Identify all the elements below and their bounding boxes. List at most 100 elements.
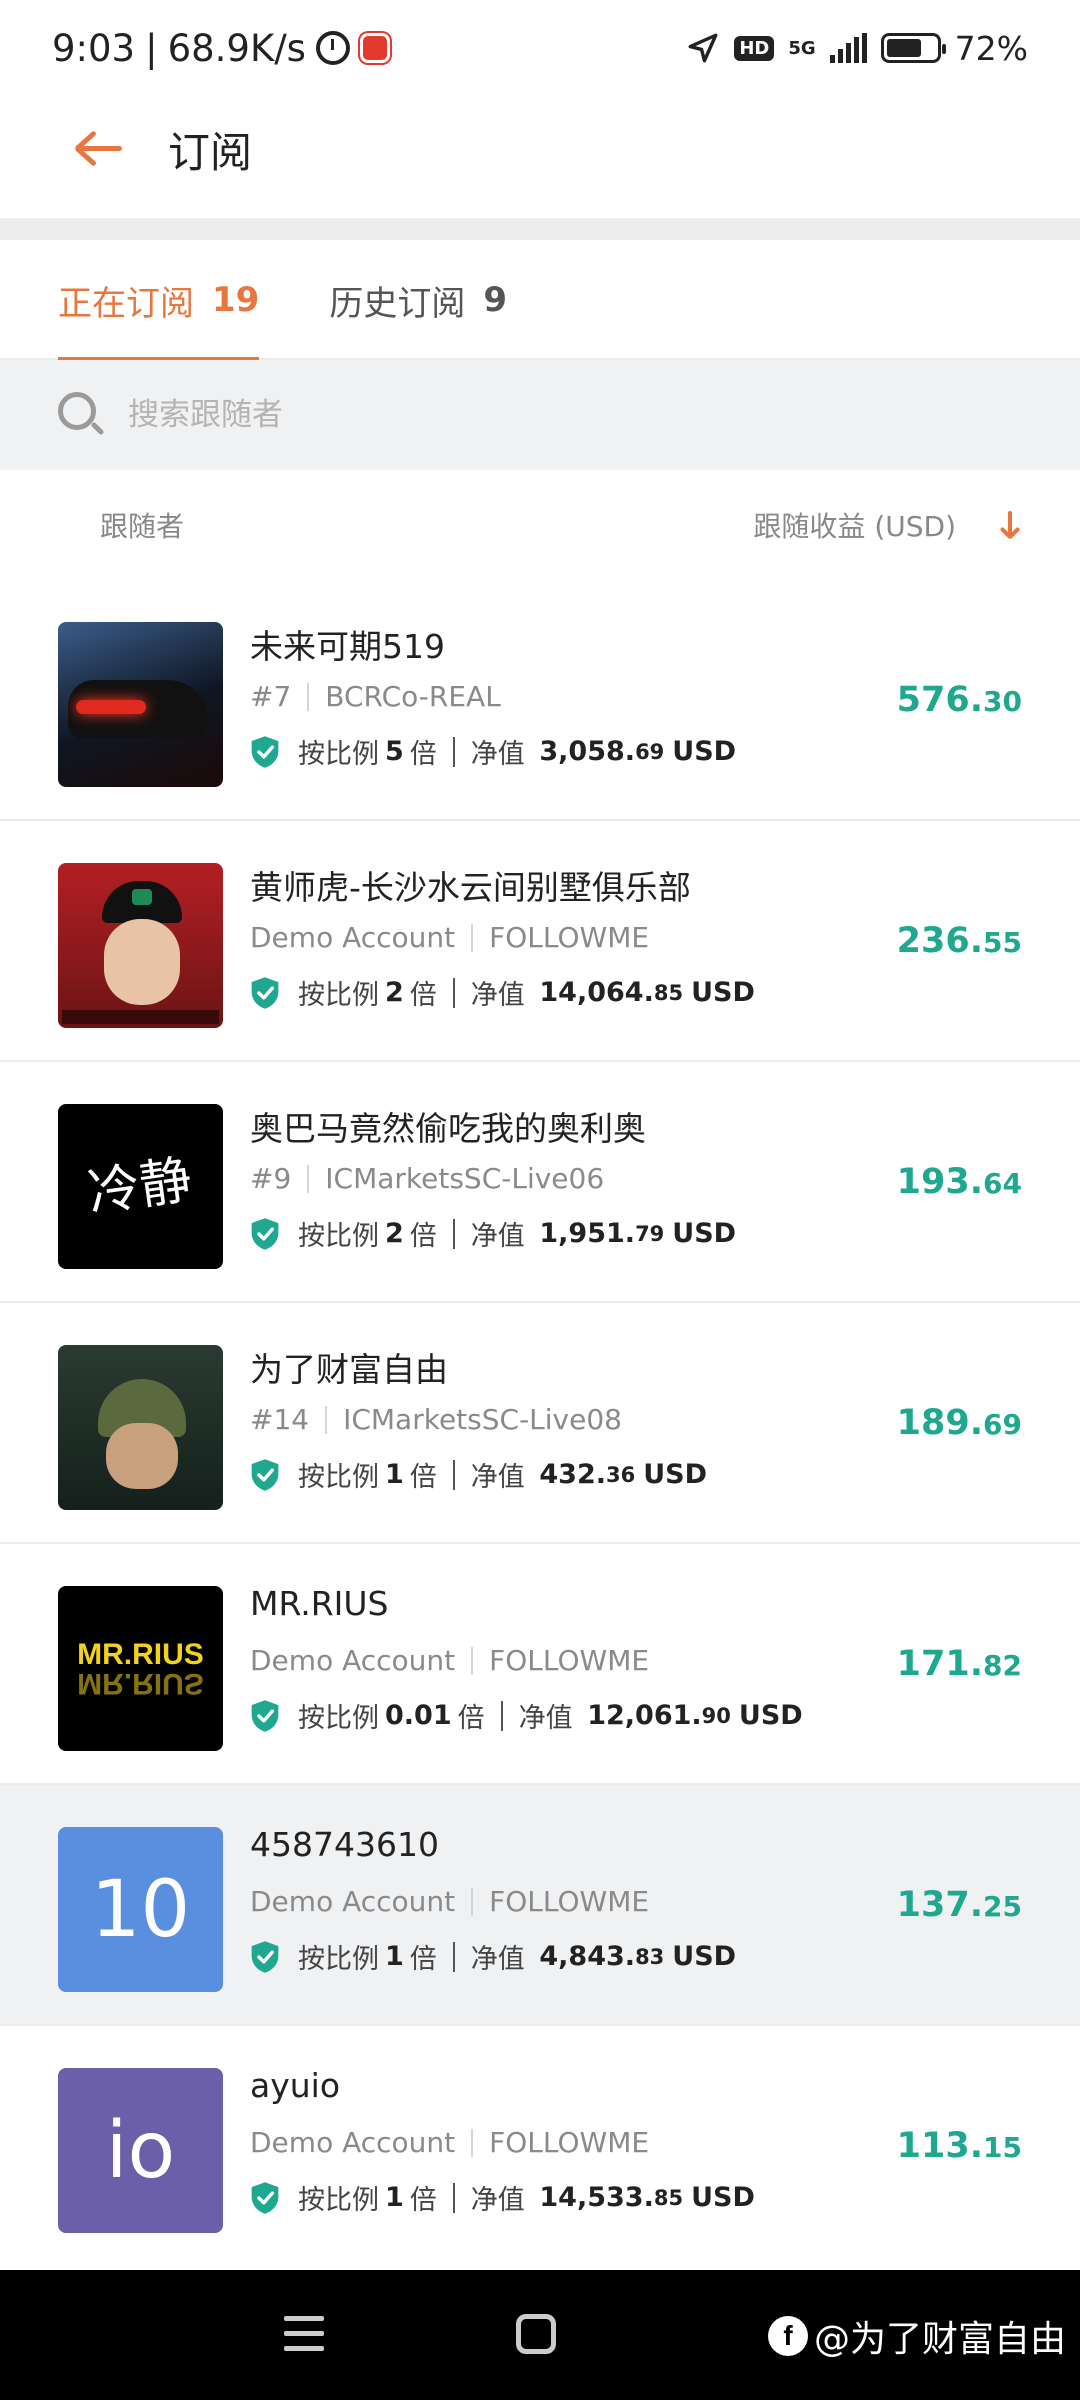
back-arrow-icon[interactable]	[74, 129, 122, 169]
watermark-text: @为了财富自由	[813, 2319, 1066, 2360]
profit-dec: 55	[983, 926, 1022, 959]
column-profit: 跟随收益 (USD)	[753, 510, 956, 543]
tab-history-subscriptions[interactable]: 历史订阅 9	[329, 240, 507, 360]
profit-int: 137.	[896, 1885, 984, 1925]
page-title: 订阅	[168, 127, 253, 177]
sort-down-arrow-icon	[998, 509, 1022, 541]
net-value-int: 432.	[539, 1459, 607, 1490]
follower-name: 奥巴马竟然偷吃我的奥利奥	[250, 1109, 646, 1148]
follower-row[interactable]: MR.RIUS MR.RIUS MR.RIUS Demo Account FOLL…	[0, 1544, 1080, 1785]
net-value-int: 3,058.	[539, 736, 636, 767]
tab-bar: 正在订阅 19 历史订阅 9	[0, 240, 1080, 362]
sort-by-profit[interactable]: 跟随收益 (USD)	[753, 505, 1022, 545]
follower-server: BCRCo-REAL	[325, 680, 501, 713]
profit-dec: 30	[983, 685, 1022, 718]
follower-rank: #14	[250, 1403, 310, 1436]
net-value-int: 1,951.	[539, 1218, 636, 1249]
follower-meta: 按比例 5 倍 净值 3,058. 69 USD	[250, 732, 736, 771]
ratio-value: 1	[385, 2182, 404, 2213]
follower-meta: 按比例 2 倍 净值 1,951. 79 USD	[250, 1214, 736, 1253]
alarm-icon	[315, 31, 350, 65]
ratio-label: 按比例	[298, 1462, 379, 1493]
system-nav-bar: f @为了财富自由	[0, 2270, 1080, 2400]
follower-account-info: #9 ICMarketsSC-Live06	[250, 1162, 604, 1195]
ratio-label: 按比例	[298, 1221, 379, 1252]
follower-row[interactable]: 10 458743610 Demo Account FOLLOWME 按比例 1 倍 …	[0, 1785, 1080, 2026]
profit-value: 193.64	[897, 1162, 1022, 1202]
net-value-label: 净值	[470, 1462, 525, 1493]
profit-value: 576.30	[897, 680, 1022, 720]
follower-name: 未来可期519	[250, 627, 445, 666]
times-label: 倍	[409, 739, 437, 770]
times-label: 倍	[409, 1944, 437, 1975]
tab-current-subscriptions[interactable]: 正在订阅 19	[58, 240, 260, 362]
net-value-currency: USD	[643, 1459, 708, 1490]
follower-name: 458743610	[250, 1825, 439, 1864]
follower-server: FOLLOWME	[489, 1644, 650, 1677]
net-value-label: 净值	[470, 1221, 525, 1252]
watermark: f @为了财富自由	[767, 2310, 1066, 2362]
follower-server: ICMarketsSC-Live08	[343, 1403, 622, 1436]
ratio-label: 按比例	[298, 739, 379, 770]
profit-int: 193.	[896, 1162, 984, 1202]
follower-account-info: #7 BCRCo-REAL	[250, 680, 501, 713]
search-icon	[58, 392, 105, 438]
follower-account-info: Demo Account FOLLOWME	[250, 2126, 649, 2159]
follower-row[interactable]: 未来可期519 #7 BCRCo-REAL 按比例 5 倍 净值 3,058. 69 US…	[0, 580, 1080, 821]
times-label: 倍	[457, 1703, 485, 1734]
times-label: 倍	[409, 1221, 437, 1252]
follower-rank: #9	[250, 1162, 292, 1195]
tab-count: 19	[212, 280, 260, 320]
ratio-value: 5	[385, 736, 404, 767]
avatar: io	[58, 2068, 223, 2233]
profit-value: 236.55	[897, 921, 1022, 961]
verified-shield-icon	[251, 735, 279, 768]
follower-account-info: Demo Account FOLLOWME	[250, 1885, 649, 1918]
net-value-int: 14,064.	[539, 977, 654, 1008]
location-icon	[688, 33, 718, 63]
search-bar	[0, 360, 1080, 470]
follower-row[interactable]: 黄师虎-长沙水云间别墅俱乐部 Demo Account FOLLOWME 按比例 2…	[0, 821, 1080, 1062]
net-value-dec: 85	[653, 980, 684, 1005]
ratio-label: 按比例	[298, 980, 379, 1011]
follower-rank: Demo Account	[250, 921, 456, 954]
ratio-label: 按比例	[298, 2185, 379, 2216]
avatar: MR.RIUS MR.RIUS	[58, 1586, 223, 1751]
profit-value: 189.69	[897, 1403, 1022, 1443]
follower-server: ICMarketsSC-Live06	[325, 1162, 605, 1195]
follower-name: 为了财富自由	[250, 1350, 448, 1389]
app-header: 订阅	[0, 80, 1080, 218]
home-icon[interactable]	[516, 2314, 556, 2354]
follower-row[interactable]: 冷静 奥巴马竟然偷吃我的奥利奥 #9 ICMarketsSC-Live06 按比例…	[0, 1062, 1080, 1303]
column-header: 跟随者 跟随收益 (USD)	[0, 470, 1080, 580]
avatar	[58, 863, 223, 1028]
avatar-initials: 10	[90, 1864, 191, 1955]
profit-value: 171.82	[897, 1644, 1022, 1684]
follower-meta: 按比例 2 倍 净值 14,064. 85 USD	[250, 973, 755, 1012]
network-type: 5G	[788, 37, 816, 59]
profit-int: 576.	[896, 680, 984, 720]
tab-label: 历史订阅	[329, 283, 466, 324]
recent-apps-icon[interactable]	[284, 2316, 324, 2352]
follower-server: FOLLOWME	[489, 1885, 650, 1918]
net-value-dec: 36	[606, 1462, 636, 1487]
search-input[interactable]	[128, 397, 928, 433]
net-value-label: 净值	[470, 1944, 525, 1975]
avatar: 冷静	[58, 1104, 223, 1269]
net-value-currency: USD	[672, 1941, 737, 1972]
follower-server: FOLLOWME	[489, 921, 650, 954]
status-speed: 68.9K/s	[167, 26, 306, 70]
profit-dec: 25	[983, 1890, 1022, 1923]
follower-row[interactable]: 为了财富自由 #14 ICMarketsSC-Live08 按比例 1 倍 净值 43…	[0, 1303, 1080, 1544]
follower-account-info: Demo Account FOLLOWME	[250, 921, 649, 954]
follower-name: MR.RIUS	[250, 1584, 389, 1623]
ratio-value: 2	[385, 977, 404, 1008]
avatar: 10	[58, 1827, 223, 1992]
follower-meta: 按比例 1 倍 净值 14,533. 85 USD	[250, 2178, 755, 2217]
facebook-icon: f	[767, 2316, 808, 2356]
follower-row[interactable]: io ayuio Demo Account FOLLOWME 按比例 1 倍 净值 1…	[0, 2026, 1080, 2267]
follower-meta: 按比例 0.01 倍 净值 12,061. 90 USD	[250, 1696, 803, 1735]
net-value-currency: USD	[691, 977, 755, 1008]
verified-shield-icon	[251, 1217, 279, 1250]
ratio-value: 1	[385, 1941, 404, 1972]
